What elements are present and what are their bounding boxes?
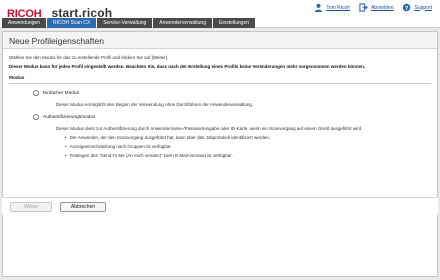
simple-mode-description: Dieser Modus ermöglicht den Beginn der V…: [56, 102, 254, 107]
page-title: Neue Profileigenschaften: [3, 32, 437, 49]
panel-body: Wählen Sie den Modus für das zu erstelle…: [3, 49, 437, 159]
auth-mode-bullets: • Der Anwender, der den Scanvorgang ausge…: [65, 135, 431, 159]
bullet-mark: •: [65, 153, 67, 158]
logout-link[interactable]: Abmelden: [359, 3, 394, 12]
tab-einstellungen[interactable]: Einstellungen: [213, 18, 256, 28]
logout-label[interactable]: Abmelden: [371, 5, 394, 11]
radio-auth-mode[interactable]: [33, 114, 39, 120]
intro-text: Wählen Sie den Modus für das zu erstelle…: [9, 55, 169, 60]
help-icon: ?: [402, 3, 411, 12]
next-button[interactable]: Weiter: [10, 202, 52, 212]
bullet-mark: •: [65, 135, 67, 140]
svg-text:?: ?: [405, 6, 409, 12]
support-link[interactable]: ? Support: [402, 3, 432, 12]
tab-anwenderverwaltung[interactable]: Anwenderverwaltung: [153, 18, 212, 28]
user-icon: [314, 3, 323, 12]
main-tabs: Anwendungen RICOH Scan CX Service-Verwal…: [0, 18, 440, 28]
radio-row-simple[interactable]: Einfacher Modus: [33, 90, 431, 96]
user-name-link[interactable]: Tom Ricoh: [326, 5, 350, 11]
warning-text: Dieser Modus kann für jedes Profil einge…: [9, 64, 366, 69]
auth-mode-description: Dieser Modus dient zur Authentifizierung…: [56, 126, 363, 131]
tab-ricoh-scan-cx[interactable]: RICOH Scan CX: [46, 18, 97, 28]
tab-anwendungen[interactable]: Anwendungen: [2, 18, 46, 28]
user-link[interactable]: Tom Ricoh: [314, 3, 350, 12]
top-bar: RICOH start.ricoh Tom Ricoh Abmelden ? S…: [0, 0, 440, 28]
list-item: • Der Anwender, der den Scanvorgang ausge…: [65, 135, 431, 141]
radio-simple-mode[interactable]: [33, 90, 39, 96]
list-item: • Festlegen des "Send To Me (An mich send…: [65, 153, 431, 159]
user-menu: Tom Ricoh Abmelden ? Support: [314, 3, 432, 12]
profile-panel: Neue Profileigenschaften Wählen Sie den …: [2, 31, 438, 277]
bullet-mark: •: [65, 144, 67, 149]
bullet-text: Anzeigeeinschränkung nach Gruppen ist ve…: [69, 144, 172, 149]
button-bar: Weiter Abbrechen: [2, 197, 438, 215]
cancel-button[interactable]: Abbrechen: [60, 202, 106, 212]
radio-row-auth[interactable]: Authentifizierungsmodus: [33, 114, 431, 120]
radio-label-simple[interactable]: Einfacher Modus: [43, 91, 79, 96]
section-heading-modus: Modus: [9, 76, 431, 84]
radio-label-auth[interactable]: Authentifizierungsmodus: [43, 115, 96, 120]
list-item: • Anzeigeeinschränkung nach Gruppen ist v…: [65, 144, 431, 150]
tab-service-verwaltung[interactable]: Service-Verwaltung: [97, 18, 153, 28]
support-label[interactable]: Support: [414, 5, 432, 11]
bullet-text: Der Anwender, der den Scanvorgang ausgef…: [69, 135, 270, 140]
option-simple-mode: Einfacher Modus Dieser Modus ermöglicht …: [9, 90, 431, 108]
bullet-text: Festlegen des "Send To Me (An mich sende…: [69, 153, 233, 158]
logout-icon: [359, 3, 368, 12]
option-auth-mode: Authentifizierungsmodus Dieser Modus die…: [9, 114, 431, 159]
